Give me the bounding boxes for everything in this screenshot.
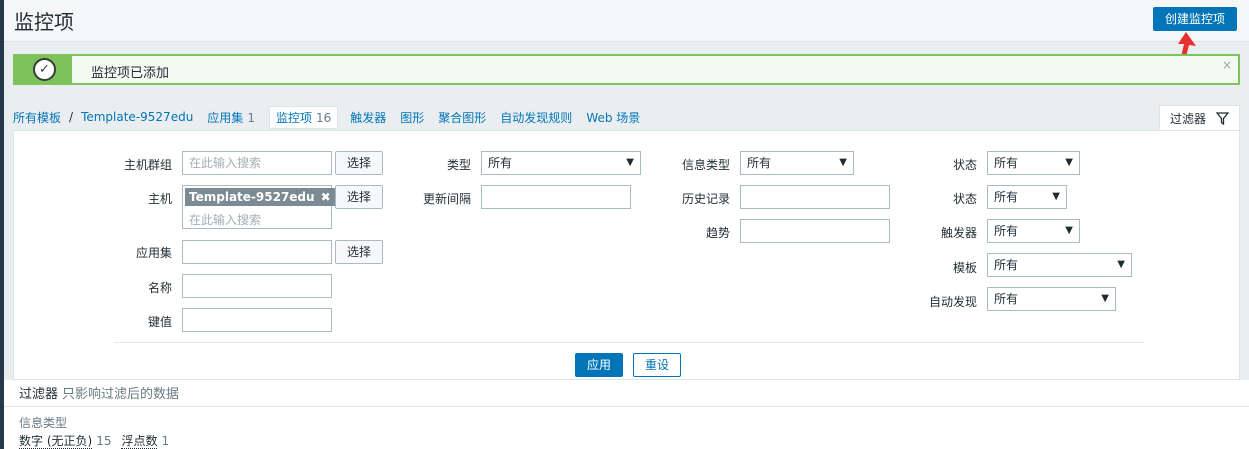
application-input[interactable]	[182, 240, 332, 264]
chevron-down-icon: ▼	[839, 157, 847, 168]
apply-button[interactable]: 应用	[575, 353, 623, 377]
subfilter-divider	[4, 406, 1249, 407]
status-select[interactable]: 所有 ▼	[987, 185, 1067, 209]
page-title: 监控项	[14, 10, 74, 34]
tab-triggers[interactable]: 触发器	[350, 109, 386, 126]
subfilter-area: 过滤器 只影响过滤后的数据	[4, 380, 1249, 449]
discovery-select[interactable]: 所有 ▼	[987, 287, 1116, 311]
subfilter-item[interactable]: 浮点数 1	[121, 432, 169, 449]
host-group-input[interactable]: 在此输入搜索	[182, 151, 332, 175]
subfilter-items: 数字 (无正负) 15 浮点数 1	[19, 432, 179, 449]
triggers-label: 触发器	[940, 226, 977, 240]
type-select[interactable]: 所有 ▼	[481, 151, 641, 175]
history-label: 历史记录	[681, 192, 730, 206]
chevron-down-icon: ▼	[1065, 225, 1073, 236]
page-header: 监控项	[4, 0, 1249, 42]
message-text: 监控项已添加	[91, 66, 170, 81]
host-group-select-button[interactable]: 选择	[335, 151, 383, 175]
status-select-value: 所有	[994, 190, 1019, 204]
application-label: 应用集	[135, 246, 172, 260]
host-group-label: 主机群组	[123, 158, 172, 172]
filter-divider	[114, 342, 1144, 343]
subfilter-item-count: 15	[96, 434, 112, 448]
chevron-down-icon: ▼	[1101, 293, 1109, 304]
breadcrumb-nav: 所有模板 / Template-9527edu 应用集 1 监控项 16 触发器 图…	[13, 105, 654, 129]
close-icon[interactable]: ×	[1222, 58, 1232, 72]
filter-tab-label: 过滤器	[1169, 112, 1206, 126]
template-select[interactable]: 所有 ▼	[987, 253, 1132, 277]
template-select-value: 所有	[994, 258, 1019, 272]
tab-applications-count: 1	[247, 110, 255, 125]
chevron-down-icon: ▼	[1117, 259, 1125, 270]
chevron-down-icon: ▼	[1065, 157, 1073, 168]
funnel-icon	[1216, 112, 1229, 125]
triggers-select[interactable]: 所有 ▼	[987, 219, 1080, 243]
type-label: 类型	[446, 158, 471, 172]
tab-applications-label: 应用集	[207, 110, 244, 125]
subfilter-item-label[interactable]: 浮点数	[121, 434, 158, 449]
status-label: 状态	[952, 192, 977, 206]
state-label: 状态	[952, 158, 977, 172]
breadcrumb-all-templates[interactable]: 所有模板	[13, 109, 61, 126]
trends-input[interactable]	[740, 219, 890, 243]
check-circle-icon: ✓	[33, 58, 56, 81]
template-label: 模板	[952, 261, 977, 275]
update-interval-input[interactable]	[481, 185, 631, 209]
info-type-select[interactable]: 所有 ▼	[740, 151, 854, 175]
discovery-select-value: 所有	[994, 292, 1019, 306]
success-message: ✓ 监控项已添加 ×	[13, 54, 1240, 85]
tab-applications[interactable]: 应用集 1	[207, 109, 255, 126]
host-multiselect[interactable]: Template-9527edu ✖ 在此输入搜索	[182, 185, 335, 229]
host-chip: Template-9527edu ✖	[185, 188, 335, 206]
update-interval-label: 更新间隔	[422, 192, 471, 206]
host-search-placeholder: 在此输入搜索	[189, 213, 262, 227]
filter-tab[interactable]: 过滤器	[1159, 105, 1240, 131]
host-chip-label: Template-9527edu	[189, 190, 315, 204]
subfilter-group-label: 信息类型	[19, 416, 68, 430]
triggers-select-value: 所有	[994, 224, 1019, 238]
name-input[interactable]	[182, 274, 332, 298]
discovery-label: 自动发现	[928, 295, 977, 309]
history-input[interactable]	[740, 185, 890, 209]
host-select-button[interactable]: 选择	[335, 185, 383, 209]
remove-chip-icon[interactable]: ✖	[321, 190, 331, 204]
state-select[interactable]: 所有 ▼	[987, 151, 1080, 175]
chevron-down-icon: ▼	[1052, 191, 1060, 202]
subfilter-item-label[interactable]: 数字 (无正负)	[19, 434, 93, 449]
chevron-down-icon: ▼	[626, 157, 634, 168]
breadcrumb-separator: /	[69, 110, 74, 124]
subfilter-item-count: 1	[161, 434, 170, 448]
name-label: 名称	[147, 281, 172, 295]
tab-items[interactable]: 监控项 16	[268, 105, 339, 129]
key-label: 键值	[147, 315, 172, 329]
tab-discovery-rules[interactable]: 自动发现规则	[500, 109, 572, 126]
reset-button[interactable]: 重设	[633, 353, 681, 377]
host-label: 主机	[147, 192, 172, 206]
filter-panel: 主机群组 在此输入搜索 选择 主机 Template-9527edu ✖ 在此输入…	[13, 130, 1240, 380]
tab-web-scenarios[interactable]: Web 场景	[586, 109, 640, 126]
tab-items-label: 监控项	[275, 110, 312, 125]
type-select-value: 所有	[488, 156, 513, 170]
message-icon-area: ✓	[15, 56, 72, 83]
tab-graphs[interactable]: 图形	[400, 109, 424, 126]
info-type-label: 信息类型	[681, 158, 730, 172]
subfilter-item[interactable]: 数字 (无正负) 15	[19, 432, 111, 449]
trends-label: 趋势	[705, 226, 730, 240]
subfilter-hint: 只影响过滤后的数据	[62, 387, 180, 402]
state-select-value: 所有	[994, 156, 1019, 170]
tab-items-count: 16	[315, 110, 332, 125]
key-input[interactable]	[182, 308, 332, 332]
breadcrumb-template[interactable]: Template-9527edu	[81, 110, 193, 124]
subfilter-title: 过滤器 只影响过滤后的数据	[19, 383, 179, 402]
info-type-select-value: 所有	[747, 156, 772, 170]
subfilter-title-label: 过滤器	[19, 387, 59, 402]
application-select-button[interactable]: 选择	[335, 240, 383, 264]
create-item-button[interactable]: 创建监控项	[1153, 7, 1237, 31]
tab-screens[interactable]: 聚合图形	[438, 109, 486, 126]
